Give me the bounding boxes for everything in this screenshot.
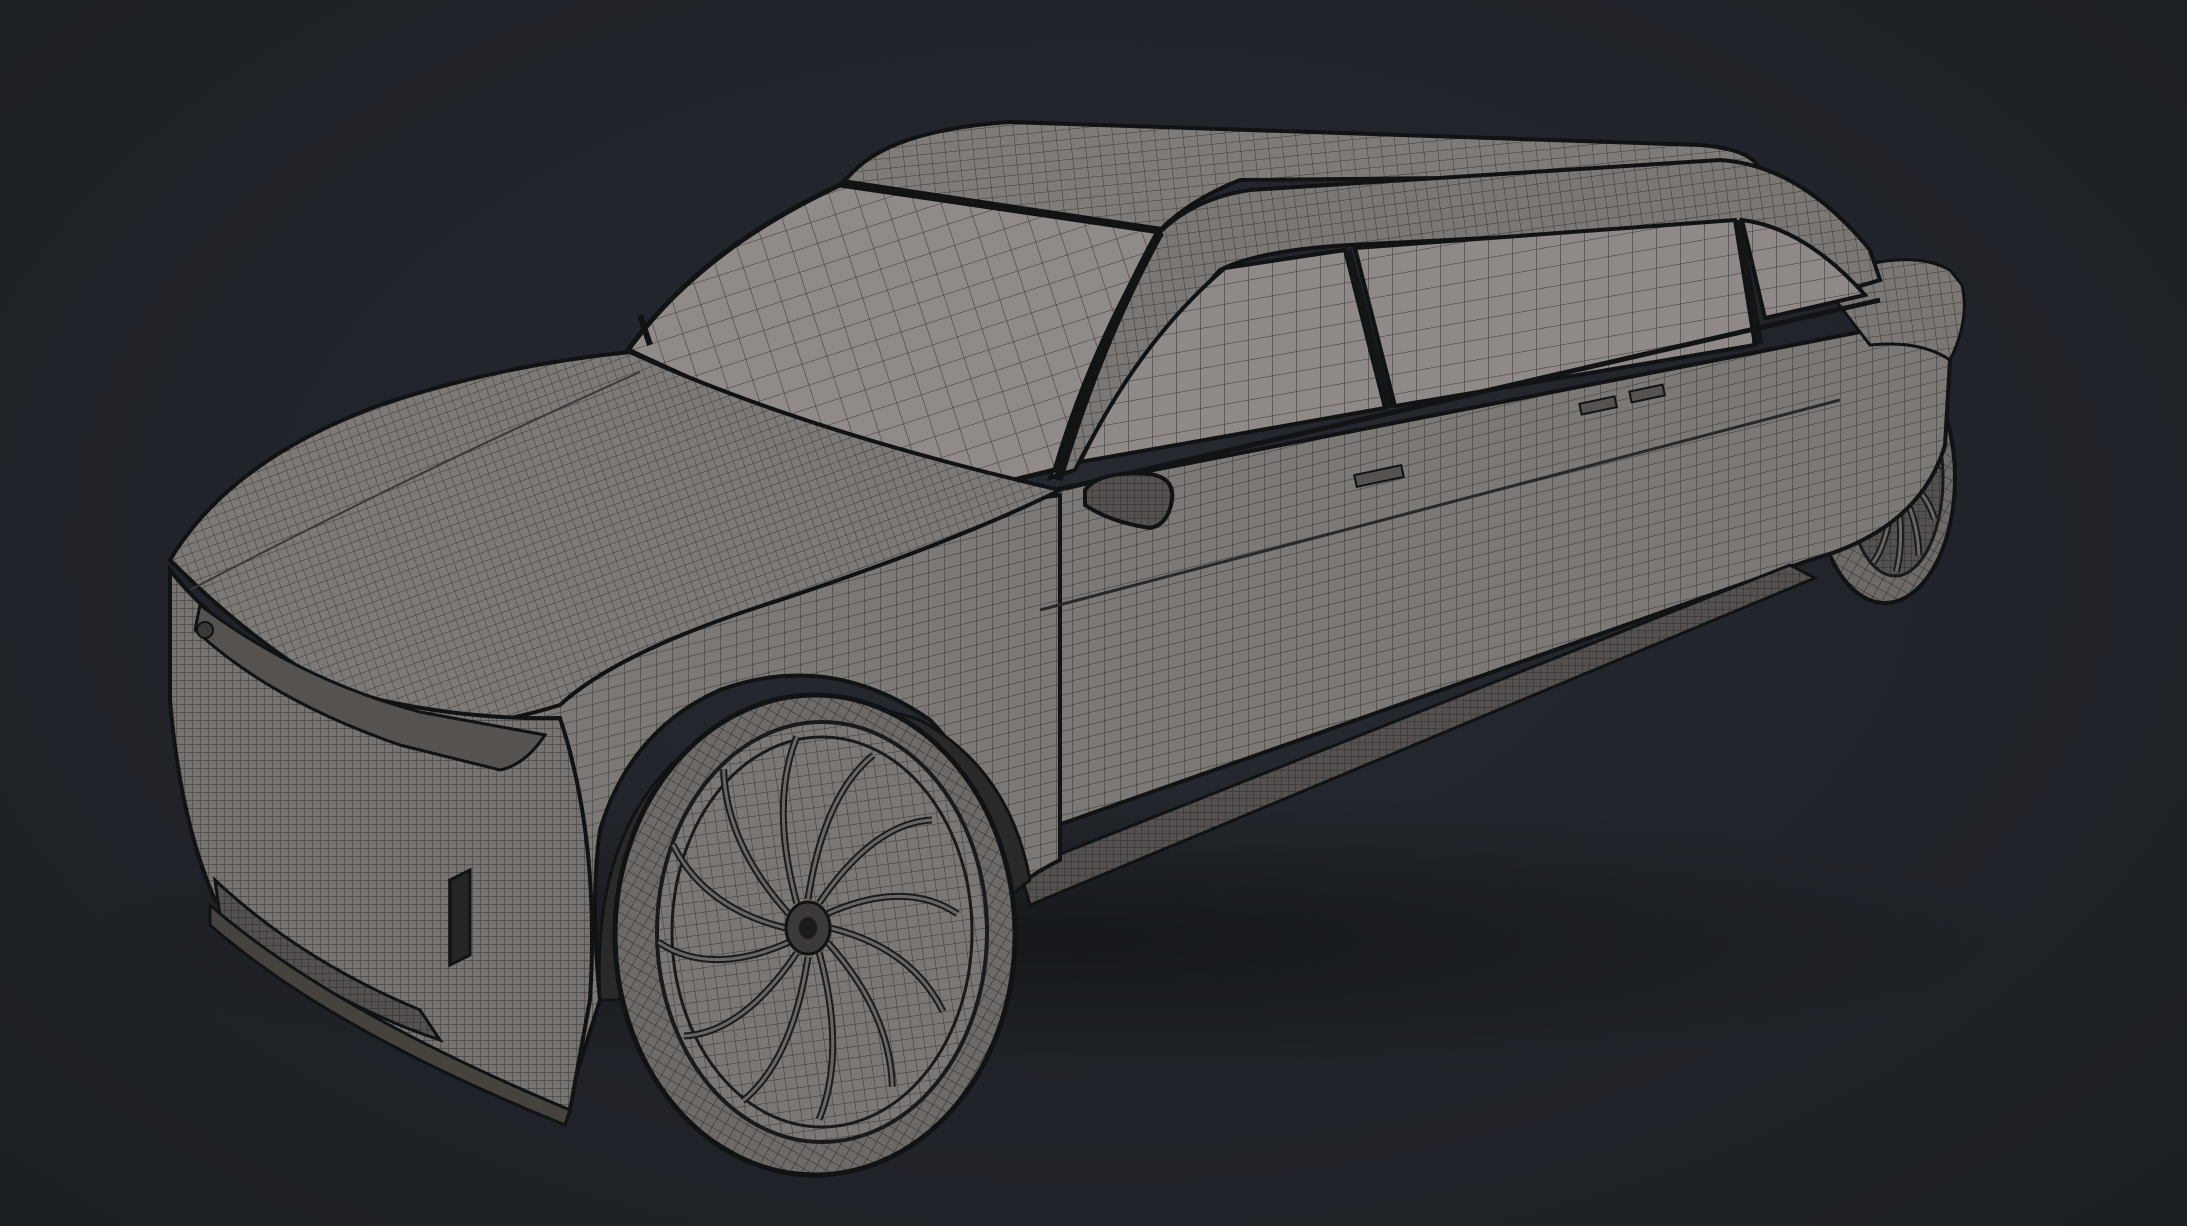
3d-viewport[interactable] — [0, 0, 2187, 1226]
front-wheel — [612, 692, 1018, 1178]
limousine-wireframe-render — [70, 119, 2030, 1178]
front-badge-emblem — [196, 621, 214, 639]
vertical-drl — [448, 867, 472, 968]
